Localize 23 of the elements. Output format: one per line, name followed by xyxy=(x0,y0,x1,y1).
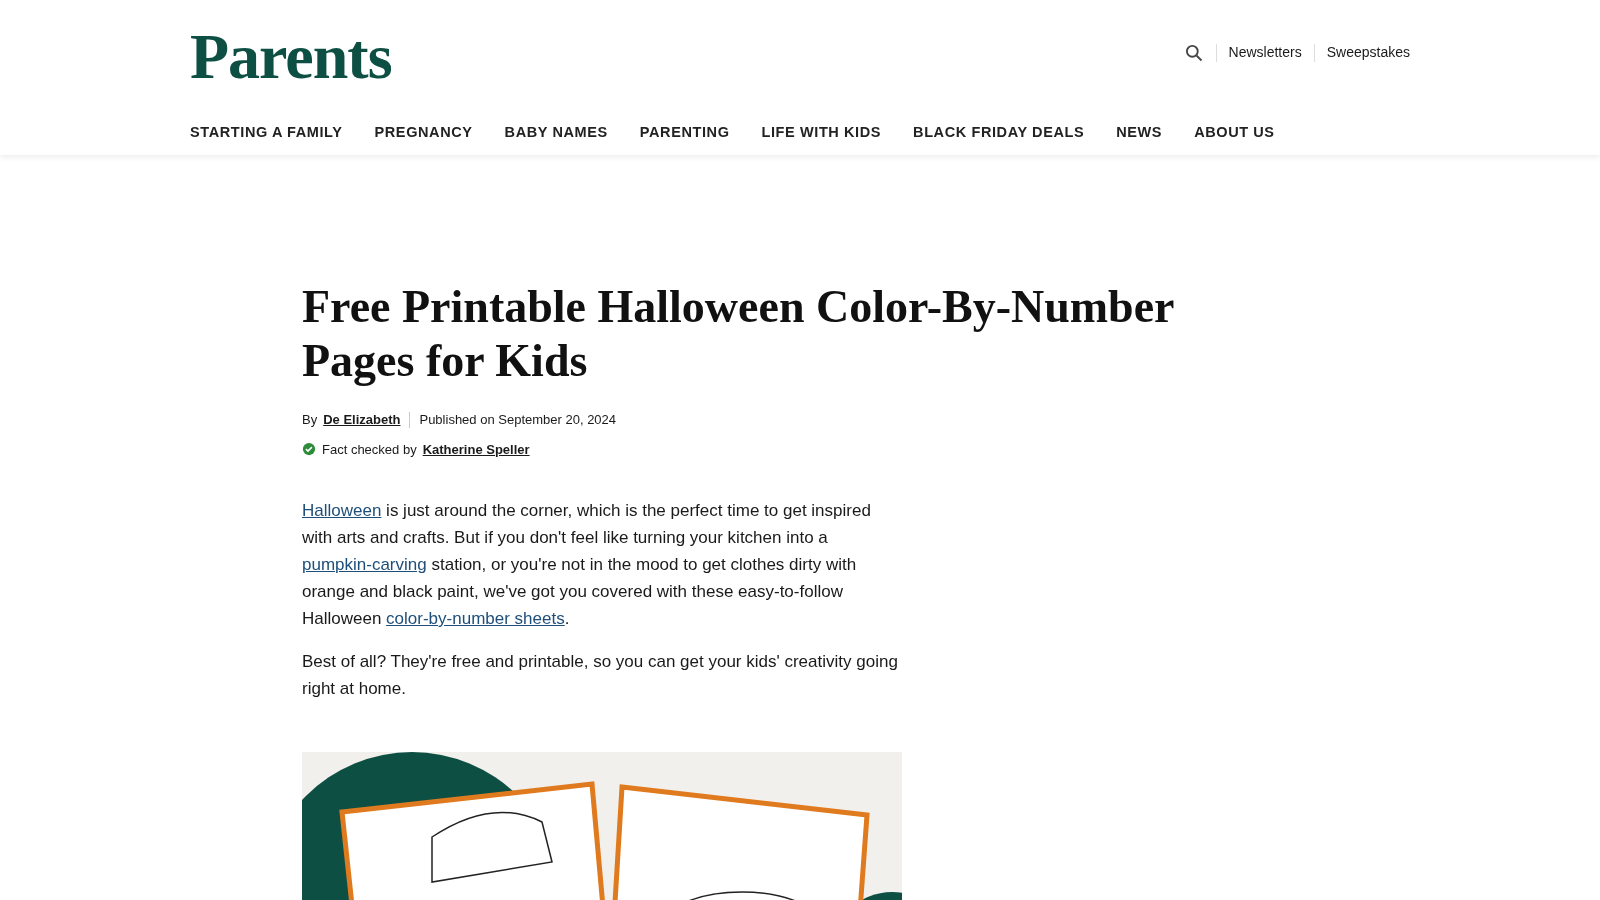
nav-link[interactable]: PREGNANCY xyxy=(374,122,473,144)
body-paragraph: Halloween is just around the corner, which is the perfect time to get inspired with arts and crafts. But if you don't feel like turning your kitchen into a pumpkin-carving station, or you're not in the mood to get clothes dirty with orange and black paint, we've got you covered with these easy-to-follow Halloween color-by-number sheets. xyxy=(302,500,872,630)
inline-link[interactable]: pumpkin-carving xyxy=(302,555,427,574)
body-paragraph: Best of all? They're free and printable, so you can get your kids' creativity going right at home. xyxy=(302,651,899,700)
utility-link[interactable]: Newsletters xyxy=(1228,42,1302,63)
nav-link[interactable]: NEWS xyxy=(1116,122,1163,144)
nav-link[interactable]: BABY NAMES xyxy=(504,122,608,144)
nav-link[interactable]: LIFE WITH KIDS xyxy=(761,122,882,144)
nav-link[interactable]: STARTING A FAMILY xyxy=(190,122,343,144)
inline-link[interactable]: color-by-number sheets xyxy=(386,609,565,628)
nav-link[interactable]: ABOUT US xyxy=(1194,122,1275,144)
nav-link[interactable]: PARENTING xyxy=(639,122,730,144)
nav-link[interactable]: BLACK FRIDAY DEALS xyxy=(913,122,1085,144)
byline-label: By xyxy=(302,411,318,429)
fact-check-label: Fact checked by xyxy=(322,440,417,459)
search-icon[interactable] xyxy=(1183,42,1204,63)
article-title: Free Printable Halloween Color-By-Number Pages for Kids xyxy=(302,280,1175,388)
publish-date: Published on September 20, 2024 xyxy=(419,411,617,429)
fact-checker-link[interactable]: Katherine Speller xyxy=(422,439,530,459)
author-link[interactable]: De Elizabeth xyxy=(323,410,401,430)
inline-link[interactable]: Halloween xyxy=(302,501,382,520)
utility-link[interactable]: Sweepstakes xyxy=(1326,42,1410,63)
site-logo[interactable]: Parents xyxy=(190,22,392,92)
